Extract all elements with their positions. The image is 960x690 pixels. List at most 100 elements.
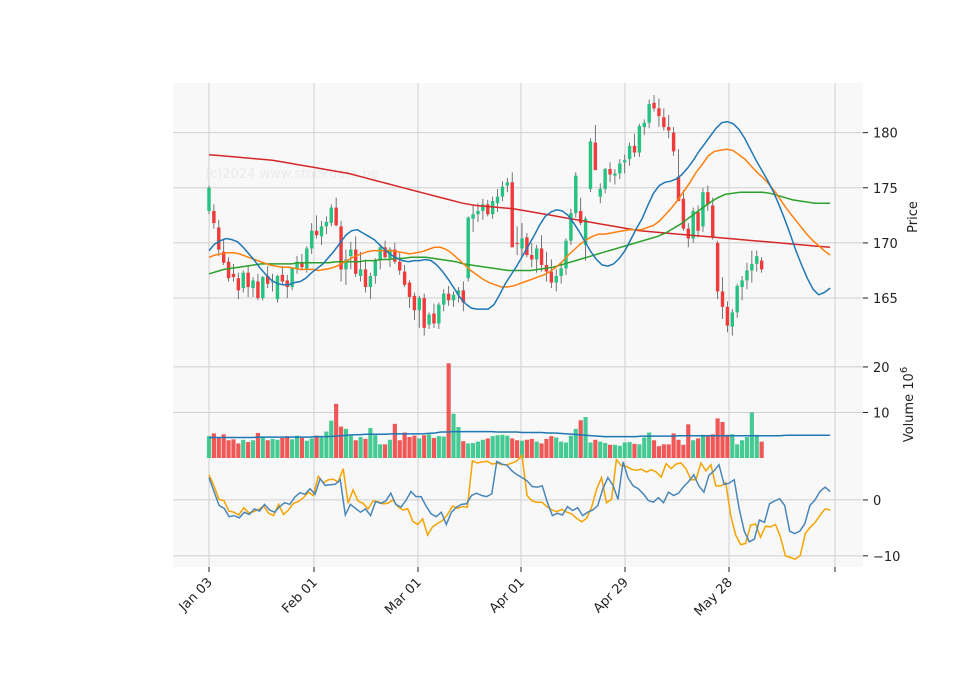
volume-bar-57	[485, 438, 490, 458]
volume-bar-24	[324, 431, 329, 458]
candle-body-26	[334, 207, 338, 226]
candle-body-50	[451, 294, 456, 301]
candle-body-97	[681, 198, 686, 229]
candle-body-61	[505, 182, 510, 186]
volume-bar-77	[583, 417, 588, 458]
candle-body-87	[632, 145, 637, 153]
candle-body-62	[510, 182, 514, 248]
candle-body-103	[711, 205, 715, 238]
volume-bar-113	[759, 441, 764, 458]
volume-axis-label: Volume 106	[899, 367, 917, 442]
volume-bar-68	[539, 443, 544, 458]
volume-bar-105	[720, 422, 725, 458]
volume-bar-89	[642, 437, 647, 458]
oscillator-tick-label--10: −10	[873, 550, 900, 565]
volume-bar-74	[568, 435, 573, 458]
volume-axis-label-text: Volume 10	[902, 373, 917, 442]
volume-bar-94	[666, 444, 671, 458]
volume-bar-53	[466, 443, 471, 458]
volume-bar-79	[593, 439, 598, 458]
volume-bar-85	[622, 442, 627, 458]
volume-bar-84	[617, 445, 622, 458]
volume-bar-56	[480, 439, 485, 458]
candle-body-86	[627, 145, 632, 160]
volume-bar-93	[661, 444, 666, 458]
volume-bar-46	[431, 437, 437, 458]
candle-body-109	[740, 280, 744, 288]
price-tick-label-180: 180	[873, 127, 898, 142]
volume-bar-67	[534, 441, 539, 458]
volume-bar-86	[627, 442, 632, 458]
volume-bar-103	[710, 434, 715, 458]
candle-body-16	[285, 280, 289, 288]
candle-body-80	[598, 188, 602, 197]
volume-axis-exponent: 6	[899, 367, 910, 373]
price-axis-label: Price	[906, 201, 921, 233]
candle-body-41	[407, 282, 412, 297]
candle-body-88	[637, 126, 642, 153]
volume-bar-36	[382, 444, 388, 458]
x-axis-ticks: Jan 03 Feb 01 Mar 01 Apr 01 Apr 29 May 28	[176, 567, 836, 619]
candle-body-71	[554, 276, 558, 283]
volume-bar-97	[681, 444, 686, 458]
volume-bar-43	[417, 438, 422, 458]
volume-bar-50	[451, 413, 456, 458]
volume-bar-61	[505, 435, 510, 458]
candle-body-1	[212, 210, 216, 224]
volume-bar-7	[241, 439, 246, 458]
candle-body-75	[574, 175, 578, 214]
candle-body-66	[530, 255, 534, 260]
volume-bar-44	[422, 435, 427, 458]
candle-body-82	[608, 169, 612, 175]
candle-body-32	[363, 269, 368, 288]
candle-body-21	[309, 230, 314, 249]
volume-bar-106	[725, 434, 730, 458]
volume-bar-13	[270, 438, 275, 458]
volume-bar-55	[475, 441, 481, 458]
volume-bar-91	[651, 440, 657, 458]
volume-bar-109	[739, 440, 745, 458]
candle-body-48	[442, 293, 446, 305]
candle-body-7	[241, 272, 245, 289]
candle-body-22	[314, 230, 319, 236]
candle-body-10	[256, 281, 260, 299]
volume-bar-48	[441, 436, 446, 458]
volume-bar-15	[280, 437, 285, 458]
volume-bar-42	[412, 435, 417, 458]
volume-bar-87	[632, 443, 637, 458]
volume-bar-76	[578, 420, 583, 458]
price-y-ticks: 165 170 175 180	[863, 127, 898, 307]
candle-body-2	[217, 227, 221, 250]
candle-body-79	[593, 142, 598, 171]
candle-body-29	[349, 249, 353, 257]
volume-bar-37	[387, 439, 393, 458]
volume-bar-0	[206, 436, 212, 458]
candle-body-83	[613, 173, 617, 176]
volume-bar-49	[446, 363, 451, 458]
volume-bar-75	[573, 428, 578, 458]
candle-body-113	[759, 260, 764, 270]
oscillator-panel-background	[173, 458, 863, 567]
candle-body-14	[275, 276, 280, 300]
candle-body-90	[647, 103, 651, 123]
volume-bar-99	[691, 440, 696, 458]
candle-body-95	[671, 132, 676, 152]
candle-body-93	[662, 117, 666, 128]
volume-bar-34	[373, 435, 378, 458]
volume-bar-14	[275, 439, 280, 458]
x-tick-label-2: Mar 01	[382, 575, 425, 618]
candle-body-47	[437, 304, 441, 324]
volume-bar-35	[378, 444, 383, 458]
candle-body-23	[319, 226, 324, 237]
volume-bar-59	[495, 435, 500, 458]
candle-body-110	[745, 270, 749, 281]
candle-body-34	[373, 260, 377, 277]
candle-body-6	[236, 278, 241, 291]
candle-body-84	[618, 163, 622, 174]
oscillator-panel: −10 0	[173, 453, 900, 567]
price-tick-label-170: 170	[873, 237, 898, 252]
volume-bar-81	[603, 442, 608, 458]
x-tick-label-0: Jan 03	[176, 575, 216, 615]
candle-body-64	[520, 238, 524, 249]
candle-body-40	[402, 271, 407, 285]
